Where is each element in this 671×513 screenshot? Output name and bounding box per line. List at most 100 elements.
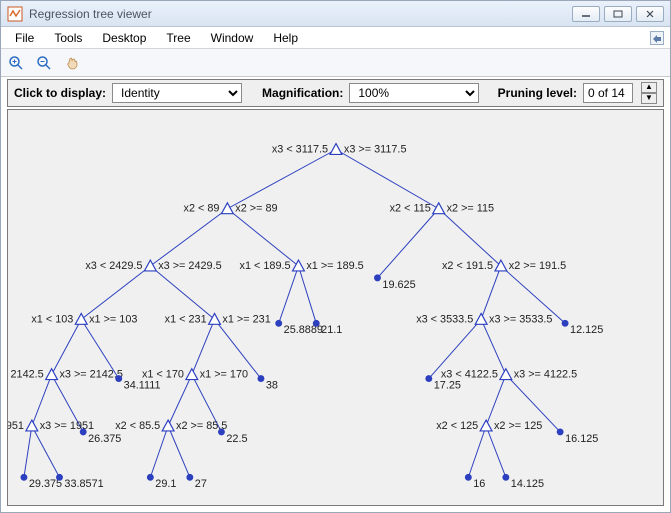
- leaf-node[interactable]: [115, 375, 122, 382]
- split-rule-left: x3 < 3533.5: [416, 313, 473, 325]
- split-rule-right: x2 >= 191.5: [509, 260, 566, 272]
- leaf-value: 27: [195, 478, 207, 490]
- leaf-node[interactable]: [257, 375, 264, 382]
- leaf-value: 22.5: [226, 433, 247, 445]
- leaf-node[interactable]: [313, 320, 320, 327]
- split-rule-left: x3 < 2429.5: [85, 260, 142, 272]
- minimize-button[interactable]: [572, 6, 600, 22]
- app-window: Regression tree viewer File Tools Deskto…: [0, 0, 671, 513]
- leaf-node[interactable]: [80, 428, 87, 435]
- magnification-select[interactable]: 100%: [349, 83, 479, 103]
- split-rule-left: x1 < 231: [165, 313, 207, 325]
- menu-window[interactable]: Window: [203, 29, 262, 47]
- leaf-value: 21.1: [321, 324, 342, 336]
- menubar: File Tools Desktop Tree Window Help: [1, 27, 670, 49]
- split-rule-right: x3 >= 3533.5: [489, 313, 552, 325]
- tree-canvas[interactable]: x3 < 3117.5 x3 >= 3117.5 x2 < 89 x2 >= 89 x2…: [7, 109, 664, 506]
- split-node[interactable]: [75, 313, 87, 324]
- pan-icon[interactable]: [63, 54, 81, 72]
- magnification-label: Magnification:: [262, 86, 343, 100]
- split-rule-left: x2 < 191.5: [442, 260, 493, 272]
- maximize-button[interactable]: [604, 6, 632, 22]
- click-display-label: Click to display:: [14, 86, 106, 100]
- split-node[interactable]: [209, 313, 221, 324]
- leaf-node[interactable]: [465, 474, 472, 481]
- pruning-down-button[interactable]: ▼: [641, 93, 657, 104]
- split-rule-right: x1 >= 103: [89, 313, 137, 325]
- split-rule-right: x3 >= 2429.5: [158, 260, 221, 272]
- leaf-node[interactable]: [20, 474, 27, 481]
- split-rule-right: x2 >= 125: [494, 420, 542, 432]
- dock-icon[interactable]: [650, 31, 664, 45]
- click-display-select[interactable]: Identity: [112, 83, 242, 103]
- split-rule-left: x1 < 170: [142, 369, 184, 381]
- close-button[interactable]: [636, 6, 664, 22]
- split-node[interactable]: [46, 369, 58, 380]
- split-node[interactable]: [480, 420, 492, 431]
- split-node[interactable]: [433, 203, 445, 214]
- menu-file[interactable]: File: [7, 29, 42, 47]
- split-node[interactable]: [186, 369, 198, 380]
- leaf-node[interactable]: [147, 474, 154, 481]
- control-bar: Click to display: Identity Magnification…: [7, 79, 664, 107]
- leaf-node[interactable]: [275, 320, 282, 327]
- split-rule-right: x1 >= 170: [200, 369, 248, 381]
- split-rule-right: x3 >= 4122.5: [514, 369, 577, 381]
- split-rule-right: x3 >= 2142.5: [59, 369, 122, 381]
- split-node[interactable]: [475, 313, 487, 324]
- regression-tree: x3 < 3117.5 x3 >= 3117.5 x2 < 89 x2 >= 89 x2…: [8, 110, 663, 505]
- split-node[interactable]: [144, 260, 156, 271]
- split-rule-left: x2 < 85.5: [115, 420, 160, 432]
- split-rule-left: x3 < 1951: [8, 420, 24, 432]
- split-rule-left: x3 < 3117.5: [272, 143, 328, 155]
- split-node[interactable]: [221, 203, 233, 214]
- split-node[interactable]: [500, 369, 512, 380]
- split-rule-left: x2 < 125: [436, 420, 478, 432]
- leaf-value: 16: [473, 478, 485, 490]
- leaf-value: 29.375: [29, 478, 62, 490]
- split-node[interactable]: [162, 420, 174, 431]
- leaf-value: 12.125: [570, 324, 603, 336]
- split-rule-left: x2 < 89: [184, 203, 220, 215]
- leaf-node[interactable]: [186, 474, 193, 481]
- split-rule-left: x1 < 103: [31, 313, 73, 325]
- leaf-value: 19.625: [382, 279, 415, 291]
- pruning-up-button[interactable]: ▲: [641, 82, 657, 93]
- leaf-node[interactable]: [425, 375, 432, 382]
- leaf-value: 33.8571: [64, 478, 103, 490]
- leaf-value: 14.125: [511, 478, 544, 490]
- pruning-label: Pruning level:: [498, 86, 577, 100]
- menu-desktop[interactable]: Desktop: [94, 29, 154, 47]
- split-rule-left: x2 < 115: [390, 203, 431, 215]
- leaf-node[interactable]: [374, 274, 381, 281]
- leaf-value: 17.25: [434, 379, 461, 391]
- leaf-node[interactable]: [562, 320, 569, 327]
- window-title: Regression tree viewer: [29, 7, 572, 21]
- split-rule-right: x2 >= 115: [447, 203, 495, 215]
- leaf-node[interactable]: [557, 428, 564, 435]
- leaf-node[interactable]: [218, 428, 225, 435]
- leaf-value: 34.1111: [124, 379, 161, 391]
- split-rule-right: x2 >= 89: [235, 203, 277, 215]
- split-rule-left: x1 < 189.5: [240, 260, 291, 272]
- leaf-node[interactable]: [56, 474, 63, 481]
- leaf-value: 38: [266, 379, 278, 391]
- menu-tree[interactable]: Tree: [158, 29, 198, 47]
- leaf-value: 29.1: [155, 478, 176, 490]
- app-icon: [7, 6, 23, 22]
- titlebar: Regression tree viewer: [1, 1, 670, 27]
- leaf-value: 16.125: [565, 433, 598, 445]
- split-node[interactable]: [26, 420, 38, 431]
- toolbar: [1, 49, 670, 77]
- zoom-out-icon[interactable]: [35, 54, 53, 72]
- split-node[interactable]: [330, 144, 342, 155]
- split-node[interactable]: [293, 260, 305, 271]
- zoom-in-icon[interactable]: [7, 54, 25, 72]
- leaf-node[interactable]: [502, 474, 509, 481]
- split-rule-right: x3 >= 3117.5: [344, 143, 407, 155]
- leaf-value: 26.375: [88, 433, 121, 445]
- menu-help[interactable]: Help: [265, 29, 306, 47]
- split-rule-right: x1 >= 231: [222, 313, 270, 325]
- menu-tools[interactable]: Tools: [46, 29, 90, 47]
- pruning-value: 0 of 14: [583, 83, 633, 103]
